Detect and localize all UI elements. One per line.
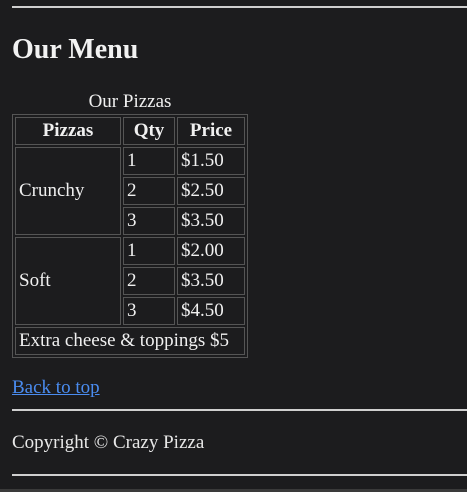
- back-to-top-link[interactable]: Back to top: [12, 376, 100, 400]
- pizza-type-cell: Soft: [15, 237, 121, 325]
- qty-cell: 1: [123, 147, 175, 175]
- qty-cell: 2: [123, 267, 175, 295]
- table-row: Crunchy 1 $1.50: [15, 147, 245, 235]
- table-header-row: Pizzas Qty Price: [15, 117, 245, 145]
- menu-table: Our Pizzas Pizzas Qty Price Crunchy 1 $1…: [12, 90, 248, 358]
- qty-cell: 3: [123, 297, 175, 325]
- copyright-text: Copyright © Crazy Pizza: [12, 432, 205, 453]
- pizza-type-cell: Crunchy: [15, 147, 121, 235]
- bottom-divider: [12, 474, 467, 476]
- table-footer-row: Extra cheese & toppings $5: [15, 327, 245, 355]
- price-cell: $3.50: [177, 267, 245, 295]
- price-cell: $4.50: [177, 297, 245, 325]
- qty-cell: 1: [123, 237, 175, 265]
- price-cell: $2.50: [177, 177, 245, 205]
- column-header-qty: Qty: [123, 117, 175, 145]
- column-header-price: Price: [177, 117, 245, 145]
- table-row: Soft 1 $2.00: [15, 237, 245, 325]
- page-title: Our Menu: [12, 34, 139, 65]
- footer-divider: [12, 409, 467, 411]
- table-caption: Our Pizzas: [88, 91, 172, 112]
- price-cell: $2.00: [177, 237, 245, 265]
- table-footer-note: Extra cheese & toppings $5: [15, 327, 245, 355]
- column-header-pizzas: Pizzas: [15, 117, 121, 145]
- qty-cell: 3: [123, 207, 175, 235]
- price-cell: $1.50: [177, 147, 245, 175]
- qty-cell: 2: [123, 177, 175, 205]
- price-cell: $3.50: [177, 207, 245, 235]
- top-divider: [12, 6, 467, 8]
